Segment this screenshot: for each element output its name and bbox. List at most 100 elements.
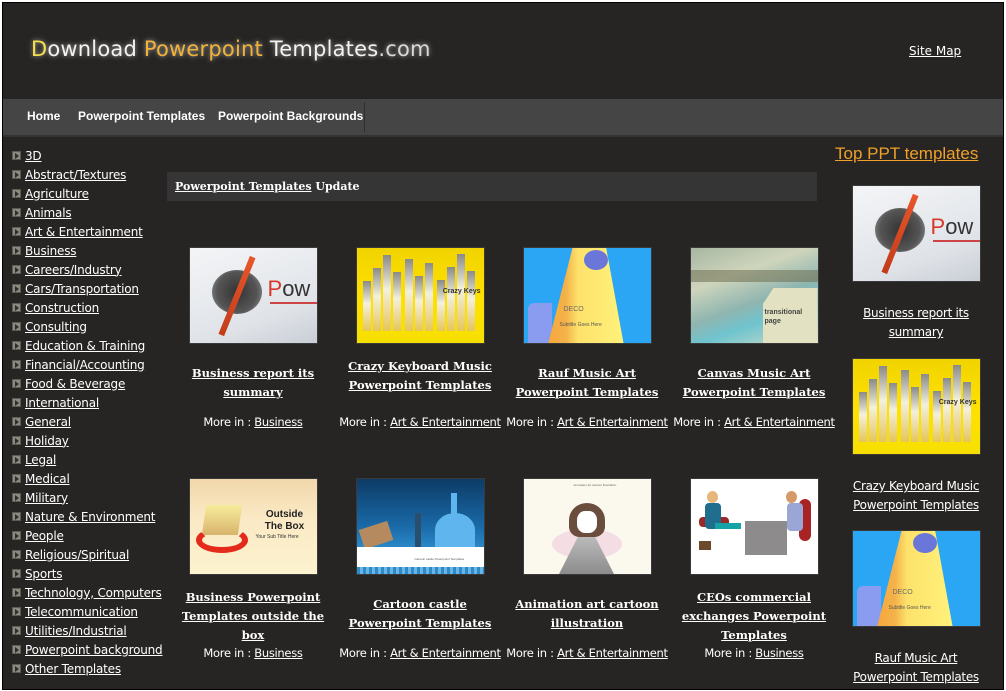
site-header: Download Powerpoint Templates.com Site M… bbox=[3, 3, 1003, 99]
top-template-title-link[interactable]: Rauf Music Art Powerpoint Templates bbox=[841, 649, 991, 687]
category-sidebar: 3D Abstract/Textures Agriculture Animals Art… bbox=[12, 146, 163, 678]
more-in-row: More in : Business bbox=[704, 646, 804, 660]
more-in-category-link[interactable]: Business bbox=[254, 646, 303, 660]
sidebar-category: Legal bbox=[12, 450, 162, 469]
nav-powerpoint-backgrounds[interactable]: Powerpoint Backgrounds bbox=[218, 109, 363, 123]
sidebar-category: International bbox=[12, 393, 162, 412]
more-in-row: More in : Art & Entertainment bbox=[339, 415, 501, 429]
template-title-link[interactable]: CEOs commercial exchanges Powerpoint Tem… bbox=[671, 588, 837, 645]
more-in-row: More in : Art & Entertainment bbox=[339, 646, 501, 660]
category-link[interactable]: Abstract/Textures bbox=[25, 168, 126, 182]
sidebar-category: Military bbox=[12, 488, 162, 507]
more-in-category-link[interactable]: Art & Entertainment bbox=[390, 646, 501, 660]
template-title-link[interactable]: Business report its summary bbox=[170, 364, 336, 402]
more-in-category-link[interactable]: Art & Entertainment bbox=[557, 415, 668, 429]
update-bar: Powerpoint Templates Update bbox=[167, 172, 817, 201]
more-in-category-link[interactable]: Business bbox=[254, 415, 303, 429]
arrow-bullet-icon bbox=[12, 246, 21, 255]
template-title-link[interactable]: Canvas Music Art Powerpoint Templates bbox=[671, 364, 837, 402]
more-in-category-link[interactable]: Art & Entertainment bbox=[390, 415, 501, 429]
more-in-row: More in : Art & Entertainment bbox=[506, 415, 668, 429]
category-link[interactable]: Technology, Computers bbox=[25, 586, 162, 600]
template-thumbnail[interactable]: Crazy Keys bbox=[355, 247, 485, 344]
template-thumbnail[interactable]: Cartoon castle Powerpoint Templates bbox=[355, 478, 485, 575]
category-link[interactable]: Holiday bbox=[25, 434, 69, 448]
template-thumbnail[interactable]: Outside The Box Your Sub Title Here bbox=[188, 478, 318, 575]
sidebar-category: Other Templates bbox=[12, 659, 162, 678]
template-thumbnail[interactable]: Pow bbox=[188, 247, 318, 344]
category-link[interactable]: Medical bbox=[25, 472, 70, 486]
sidebar-category: Nature & Environment bbox=[12, 507, 162, 526]
category-link[interactable]: Powerpoint background bbox=[25, 643, 163, 657]
main-nav: Home Powerpoint Templates Powerpoint Bac… bbox=[3, 99, 1003, 137]
category-link[interactable]: Sports bbox=[25, 567, 62, 581]
category-link[interactable]: Education & Training bbox=[25, 339, 145, 353]
template-thumbnail[interactable]: Animation art cartoon illustration bbox=[522, 478, 652, 575]
template-card: DECO Subtitle Goes Here Rauf Music Art Pow… bbox=[504, 247, 670, 429]
sidebar-category: Technology, Computers bbox=[12, 583, 162, 602]
sidebar-category: General bbox=[12, 412, 162, 431]
arrow-bullet-icon bbox=[12, 474, 21, 483]
category-link[interactable]: Food & Beverage bbox=[25, 377, 125, 391]
top-ppt-templates-heading[interactable]: Top PPT templates bbox=[835, 144, 978, 164]
template-title-link[interactable]: Crazy Keyboard Music Powerpoint Template… bbox=[337, 357, 503, 395]
arrow-bullet-icon bbox=[12, 493, 21, 502]
arrow-bullet-icon bbox=[12, 588, 21, 597]
template-thumbnail[interactable]: Pow bbox=[851, 185, 981, 282]
template-title-link[interactable]: Animation art cartoon illustration bbox=[504, 595, 670, 633]
category-link[interactable]: Other Templates bbox=[25, 662, 121, 676]
arrow-bullet-icon bbox=[12, 550, 21, 559]
template-title-link[interactable]: Business Powerpoint Templates outside th… bbox=[170, 588, 336, 645]
category-link[interactable]: Utilities/Industrial bbox=[25, 624, 127, 638]
nav-powerpoint-templates[interactable]: Powerpoint Templates bbox=[78, 109, 205, 123]
category-link[interactable]: Financial/Accounting bbox=[25, 358, 145, 372]
more-in-category-link[interactable]: Art & Entertainment bbox=[724, 415, 835, 429]
site-map-link[interactable]: Site Map bbox=[909, 44, 961, 58]
more-in-row: More in : Business bbox=[203, 646, 303, 660]
category-link[interactable]: Military bbox=[25, 491, 68, 505]
category-link[interactable]: Art & Entertainment bbox=[25, 225, 143, 239]
template-thumbnail[interactable]: DECO Subtitle Goes Here bbox=[522, 247, 652, 344]
category-link[interactable]: Cars/Transportation bbox=[25, 282, 139, 296]
arrow-bullet-icon bbox=[12, 531, 21, 540]
category-link[interactable]: 3D bbox=[25, 149, 42, 163]
nav-home[interactable]: Home bbox=[27, 109, 60, 123]
sidebar-category: Abstract/Textures bbox=[12, 165, 162, 184]
template-title-link[interactable]: Cartoon castle Powerpoint Templates bbox=[337, 595, 503, 633]
site-logo[interactable]: Download Powerpoint Templates.com bbox=[31, 37, 431, 61]
arrow-bullet-icon bbox=[12, 208, 21, 217]
sidebar-category: 3D bbox=[12, 146, 162, 165]
category-link[interactable]: Careers/Industry bbox=[25, 263, 122, 277]
category-link[interactable]: Agriculture bbox=[25, 187, 89, 201]
sidebar-category: Careers/Industry bbox=[12, 260, 162, 279]
template-title-link[interactable]: Rauf Music Art Powerpoint Templates bbox=[504, 364, 670, 402]
template-thumbnail[interactable]: DECO Subtitle Goes Here bbox=[851, 530, 981, 627]
category-link[interactable]: Consulting bbox=[25, 320, 87, 334]
category-link[interactable]: Animals bbox=[25, 206, 72, 220]
template-thumbnail[interactable]: transitional page bbox=[689, 247, 819, 344]
sidebar-category: Animals bbox=[12, 203, 162, 222]
category-link[interactable]: People bbox=[25, 529, 64, 543]
sidebar-category: Holiday bbox=[12, 431, 162, 450]
category-link[interactable]: Construction bbox=[25, 301, 99, 315]
top-template-item: Crazy Keys Crazy Keyboard Music Powerpoin… bbox=[841, 358, 991, 515]
sidebar-category: Food & Beverage bbox=[12, 374, 162, 393]
arrow-bullet-icon bbox=[12, 645, 21, 654]
more-in-category-link[interactable]: Art & Entertainment bbox=[557, 646, 668, 660]
category-link[interactable]: Nature & Environment bbox=[25, 510, 156, 524]
top-template-title-link[interactable]: Business report its summary bbox=[841, 304, 991, 342]
category-link[interactable]: Telecommunication bbox=[25, 605, 138, 619]
category-link[interactable]: International bbox=[25, 396, 99, 410]
category-link[interactable]: General bbox=[25, 415, 71, 429]
category-link[interactable]: Religious/Spiritual bbox=[25, 548, 129, 562]
powerpoint-templates-link[interactable]: Powerpoint Templates bbox=[175, 180, 312, 193]
template-thumbnail[interactable] bbox=[689, 478, 819, 575]
category-link[interactable]: Business bbox=[25, 244, 77, 258]
more-in-category-link[interactable]: Business bbox=[755, 646, 804, 660]
template-card: Animation art cartoon illustration Animat… bbox=[504, 478, 670, 660]
top-template-title-link[interactable]: Crazy Keyboard Music Powerpoint Template… bbox=[841, 477, 991, 515]
sidebar-category: Utilities/Industrial bbox=[12, 621, 162, 640]
nav-divider bbox=[364, 102, 365, 132]
category-link[interactable]: Legal bbox=[25, 453, 56, 467]
template-thumbnail[interactable]: Crazy Keys bbox=[851, 358, 981, 455]
